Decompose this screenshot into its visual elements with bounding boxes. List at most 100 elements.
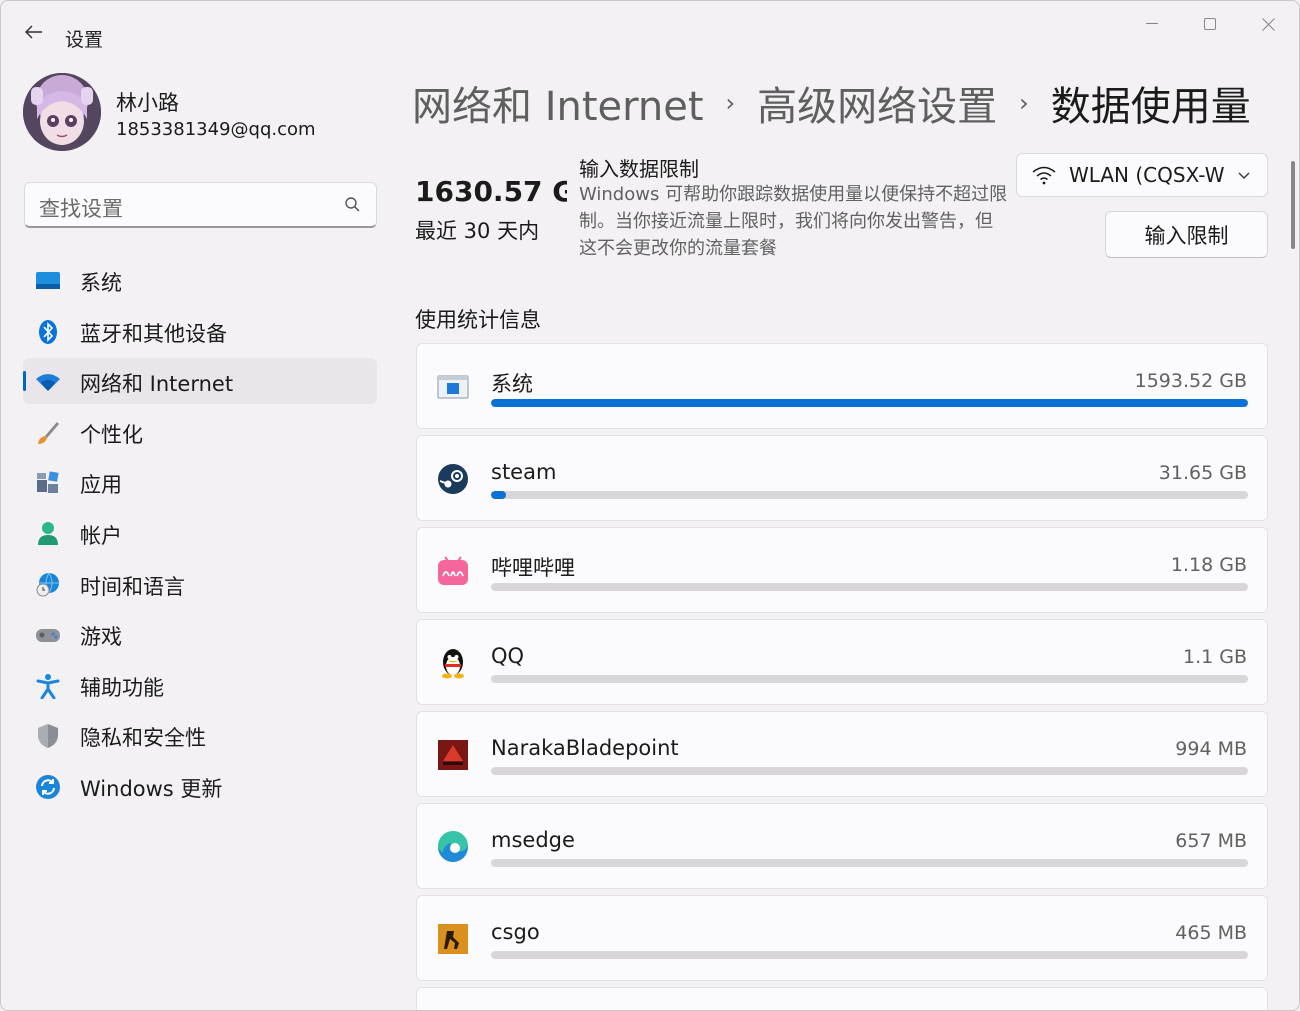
usage-bar	[491, 859, 1248, 867]
arrow-left-icon[interactable]	[19, 17, 49, 47]
avatar	[23, 73, 101, 151]
usage-section-title: 使用统计信息	[415, 308, 541, 332]
bilibili-icon	[436, 554, 470, 588]
sidebar-item-label: 应用	[80, 473, 122, 498]
app-name: steam	[491, 460, 557, 484]
sidebar-item-label: 个性化	[80, 422, 143, 447]
usage-item: csgo 465 MB	[416, 895, 1268, 981]
sidebar-item-privacy[interactable]: 隐私和安全性	[23, 712, 377, 758]
csgo-icon	[436, 922, 470, 956]
qq-penguin-icon	[436, 646, 470, 680]
app-usage-size: 1.1 GB	[1182, 646, 1247, 668]
breadcrumb-item-network[interactable]: 网络和 Internet	[412, 74, 704, 132]
sidebar-item-label: 时间和语言	[80, 574, 185, 599]
network-dropdown[interactable]: WLAN (CQSX-WIFI)	[1016, 153, 1268, 197]
sidebar-item-label: 系统	[80, 271, 122, 295]
brush-icon	[35, 420, 61, 446]
sidebar-item-gaming[interactable]: 游戏	[23, 611, 377, 657]
breadcrumb-item-advanced[interactable]: 高级网络设置	[757, 74, 997, 132]
sidebar-item-windows-update[interactable]: Windows 更新	[23, 763, 377, 809]
total-usage-value: 1630.57 GB	[415, 175, 567, 208]
usage-bar	[491, 767, 1248, 775]
sidebar-item-network[interactable]: 网络和 Internet	[23, 358, 377, 405]
display-icon	[35, 268, 61, 294]
bluetooth-icon	[35, 319, 61, 345]
enter-limit-button[interactable]: 输入限制	[1105, 211, 1268, 258]
gamepad-icon	[35, 622, 61, 648]
search-placeholder: 查找设置	[39, 197, 123, 221]
app-usage-size: 1.18 GB	[1170, 554, 1247, 576]
breadcrumb-separator: ›	[1019, 89, 1029, 117]
sidebar-item-label: 游戏	[80, 625, 122, 650]
app-name: 系统	[491, 372, 533, 396]
search-input[interactable]: 查找设置	[24, 182, 377, 228]
app-name: NarakaBladepoint	[491, 736, 679, 760]
usage-bar	[491, 675, 1248, 683]
breadcrumb: 网络和 Internet › 高级网络设置 › 数据使用量	[412, 75, 1251, 131]
limit-title: 输入数据限制	[579, 157, 699, 181]
settings-window: 设置 林小路 1853381349@qq.com 查找设置 系统 蓝牙和其他设备…	[0, 0, 1300, 1011]
scrollbar[interactable]	[1291, 161, 1295, 249]
person-icon	[35, 521, 61, 547]
usage-item: 哔哩哔哩 1.18 GB	[416, 527, 1268, 613]
wifi-icon	[1031, 164, 1057, 186]
usage-item: NarakaBladepoint 994 MB	[416, 711, 1268, 797]
chevron-down-icon	[1237, 167, 1251, 181]
search-icon[interactable]	[344, 196, 362, 214]
sidebar-item-personalization[interactable]: 个性化	[23, 409, 377, 455]
sidebar-item-accounts[interactable]: 帐户	[23, 510, 377, 556]
system-window-icon	[436, 370, 470, 404]
profile-name: 林小路	[116, 91, 179, 115]
usage-item: QQ 1.1 GB	[416, 619, 1268, 705]
app-usage-size: 657 MB	[1175, 830, 1247, 852]
usage-item-partial	[416, 987, 1268, 1010]
sidebar-item-accessibility[interactable]: 辅助功能	[23, 662, 377, 708]
sidebar-item-system[interactable]: 系统	[23, 257, 377, 303]
close-icon[interactable]	[1245, 9, 1291, 39]
minimize-icon[interactable]	[1129, 9, 1175, 39]
usage-item: 系统 1593.52 GB	[416, 343, 1268, 429]
usage-bar-fill	[491, 399, 1248, 407]
app-title: 设置	[65, 29, 104, 51]
network-dropdown-value: WLAN (CQSX-WIFI)	[1069, 163, 1225, 187]
maximize-icon[interactable]	[1187, 9, 1233, 39]
breadcrumb-separator: ›	[725, 89, 736, 117]
shield-icon	[35, 723, 61, 749]
usage-bar	[491, 399, 1248, 407]
limit-description: Windows 可帮助你跟踪数据使用量以便保持不超过限制。当你接近流量上限时，我…	[579, 184, 1008, 259]
steam-icon	[436, 462, 470, 496]
usage-bar	[491, 583, 1248, 591]
sidebar-item-apps[interactable]: 应用	[23, 459, 377, 505]
title-bar: 设置	[1, 1, 1299, 61]
sidebar-item-bluetooth[interactable]: 蓝牙和其他设备	[23, 308, 377, 354]
sync-icon	[35, 774, 61, 800]
sidebar-item-label: 网络和 Internet	[80, 372, 234, 397]
apps-icon	[35, 470, 61, 496]
edge-icon	[436, 830, 470, 864]
active-indicator	[23, 371, 26, 392]
app-usage-size: 994 MB	[1175, 738, 1247, 760]
usage-bar	[491, 951, 1248, 959]
user-profile[interactable]: 林小路 1853381349@qq.com	[23, 73, 383, 153]
app-name: 哔哩哔哩	[491, 556, 575, 580]
app-name: QQ	[491, 644, 525, 668]
sidebar-item-label: 蓝牙和其他设备	[80, 321, 227, 346]
usage-bar-fill	[491, 491, 507, 499]
sidebar-item-label: 辅助功能	[80, 675, 164, 700]
usage-list: 系统 1593.52 GB steam 31.65 GB 哔哩哔哩 1.18 G…	[416, 343, 1268, 1010]
sidebar-item-label: 隐私和安全性	[80, 726, 206, 751]
usage-item: steam 31.65 GB	[416, 435, 1268, 521]
app-usage-size: 1593.52 GB	[1134, 370, 1247, 392]
usage-item: msedge 657 MB	[416, 803, 1268, 889]
app-usage-size: 465 MB	[1175, 922, 1247, 944]
app-name: msedge	[491, 828, 575, 852]
sidebar-item-label: Windows 更新	[80, 776, 223, 801]
wifi-icon	[35, 369, 61, 395]
usage-bar	[491, 491, 1248, 499]
app-name: csgo	[491, 920, 540, 944]
sidebar-nav: 系统 蓝牙和其他设备 网络和 Internet 个性化 应用 帐户 时间和语言 …	[23, 257, 377, 814]
app-usage-size: 31.65 GB	[1158, 462, 1247, 484]
sidebar-item-time-language[interactable]: 时间和语言	[23, 561, 377, 607]
usage-period: 最近 30 天内	[415, 219, 540, 243]
accessibility-icon	[35, 673, 61, 699]
